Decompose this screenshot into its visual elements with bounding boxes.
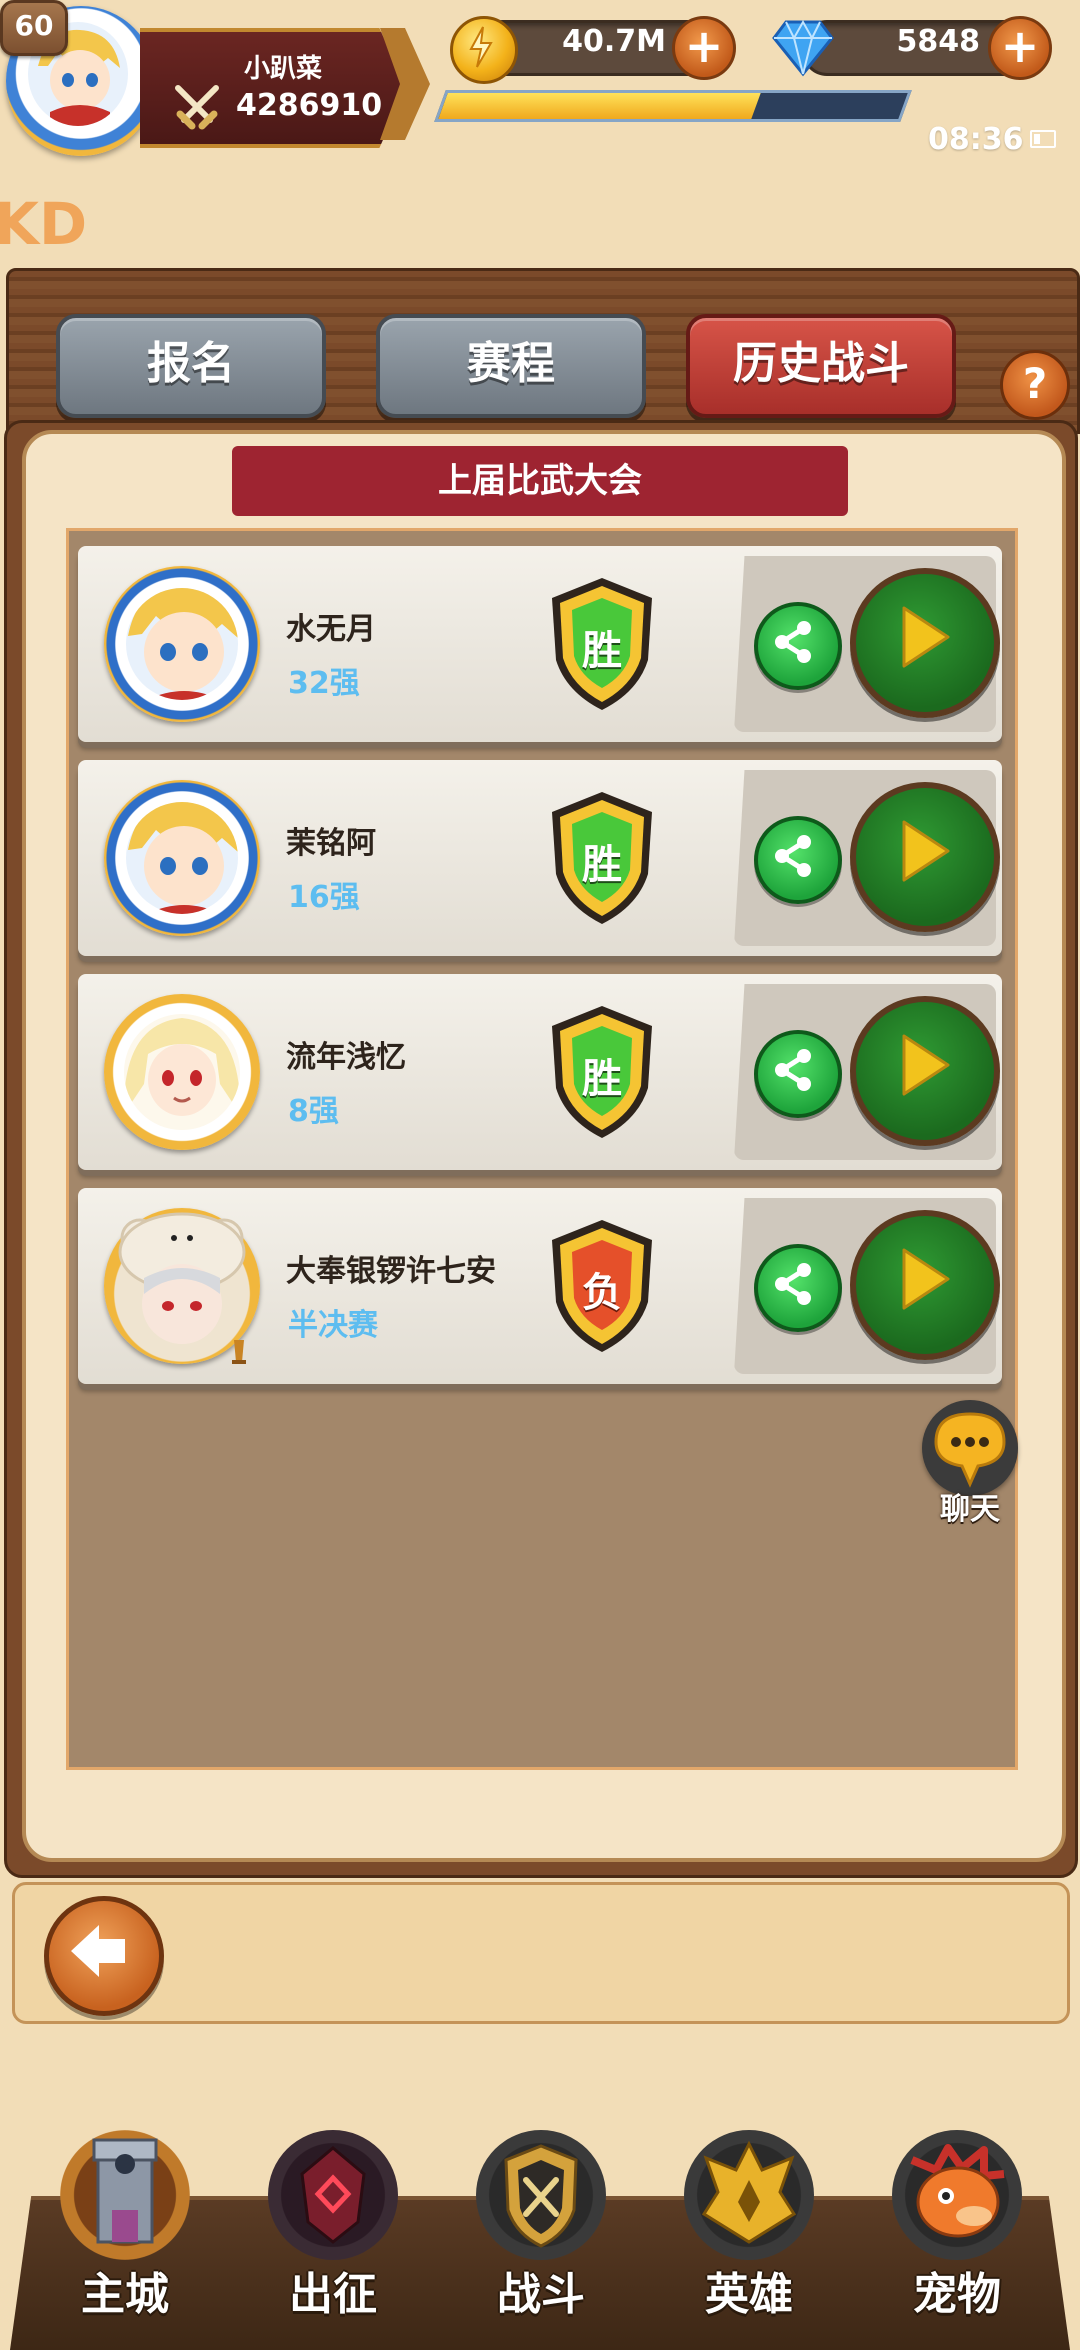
battle-row: 茉铭阿 16强 胜 xyxy=(78,760,1002,956)
round-label: 32强 xyxy=(288,666,360,701)
round-label: 16强 xyxy=(288,880,360,915)
chat-bubble-icon xyxy=(934,1412,1006,1488)
play-icon xyxy=(902,820,950,882)
share-icon xyxy=(775,621,811,663)
rank-medal-icon xyxy=(228,1338,250,1370)
tab-battle-history[interactable]: 历史战斗 xyxy=(686,314,956,418)
battle-row: 大奉银锣许七安 半决赛 负 xyxy=(78,1188,1002,1384)
opponent-avatar[interactable] xyxy=(104,994,260,1150)
share-button[interactable] xyxy=(754,602,842,690)
player-power: 4286910 xyxy=(236,88,383,123)
help-button[interactable]: ? xyxy=(1000,350,1070,420)
clock: 08:36 xyxy=(928,122,1024,157)
watermark-text: KD xyxy=(0,190,88,258)
share-button[interactable] xyxy=(754,1030,842,1118)
expedition-icon xyxy=(268,2130,398,2260)
chat-label: 聊天 xyxy=(940,1492,1000,1527)
nav-label: 宠物 xyxy=(913,2269,1001,2320)
win-shield-icon: 胜 xyxy=(548,1004,656,1140)
play-icon xyxy=(902,1248,950,1310)
hero-icon xyxy=(684,2130,814,2260)
castle-icon xyxy=(60,2130,190,2260)
nav-hero[interactable]: 英雄 xyxy=(674,2130,824,2330)
result-label: 胜 xyxy=(582,1056,622,1102)
battle-row: 流年浅忆 8强 胜 xyxy=(78,974,1002,1170)
nav-main-city[interactable]: 主城 xyxy=(50,2130,200,2330)
lose-shield-icon: 负 xyxy=(548,1218,656,1354)
nav-label: 主城 xyxy=(81,2269,169,2320)
share-icon xyxy=(775,1263,811,1305)
player-level-badge: 60 xyxy=(0,0,68,56)
round-label: 半决赛 xyxy=(288,1308,378,1343)
result-label: 胜 xyxy=(582,628,622,674)
opponent-name: 大奉银锣许七安 xyxy=(286,1254,496,1289)
opponent-name: 流年浅忆 xyxy=(286,1040,406,1075)
chat-button[interactable] xyxy=(922,1400,1018,1496)
result-label: 胜 xyxy=(582,842,622,888)
play-icon xyxy=(902,606,950,668)
play-icon xyxy=(902,1034,950,1096)
round-label: 8强 xyxy=(288,1094,339,1129)
share-button[interactable] xyxy=(754,1244,842,1332)
win-shield-icon: 胜 xyxy=(548,576,656,712)
add-gold-button[interactable]: + xyxy=(672,16,736,80)
opponent-avatar[interactable] xyxy=(104,780,260,936)
replay-button[interactable] xyxy=(850,1210,1000,1360)
panel-title: 上届比武大会 xyxy=(232,446,848,516)
back-button[interactable] xyxy=(44,1896,164,2016)
win-shield-icon: 胜 xyxy=(548,790,656,926)
share-icon xyxy=(775,835,811,877)
experience-fill xyxy=(438,93,761,119)
result-label: 负 xyxy=(582,1270,622,1316)
diamond-icon xyxy=(770,18,836,78)
nav-expedition[interactable]: 出征 xyxy=(258,2130,408,2330)
add-gems-button[interactable]: + xyxy=(988,16,1052,80)
nav-label: 战斗 xyxy=(497,2269,585,2320)
share-button[interactable] xyxy=(754,816,842,904)
nav-battle[interactable]: 战斗 xyxy=(466,2130,616,2330)
opponent-avatar[interactable] xyxy=(104,566,260,722)
bottom-toolbar xyxy=(12,1882,1070,2024)
gold-amount: 40.7M xyxy=(562,24,666,59)
replay-button[interactable] xyxy=(850,996,1000,1146)
player-name: 小趴菜 xyxy=(244,54,323,84)
nav-pet[interactable]: 宠物 xyxy=(882,2130,1032,2330)
experience-bar xyxy=(434,90,912,122)
gem-amount: 5848 xyxy=(896,24,981,59)
replay-button[interactable] xyxy=(850,782,1000,932)
opponent-name: 水无月 xyxy=(286,612,376,647)
back-arrow-icon xyxy=(71,1925,125,1977)
battery-icon xyxy=(1030,130,1056,148)
replay-button[interactable] xyxy=(850,568,1000,718)
gold-coin-icon xyxy=(450,16,518,84)
tab-signup[interactable]: 报名 xyxy=(56,314,326,418)
battle-icon xyxy=(476,2130,606,2260)
pet-dragon-icon xyxy=(892,2130,1022,2260)
nav-label: 英雄 xyxy=(705,2269,793,2320)
battle-row: 水无月 32强 胜 xyxy=(78,546,1002,742)
share-icon xyxy=(775,1049,811,1091)
nav-label: 出征 xyxy=(289,2269,377,2320)
crossed-swords-icon xyxy=(170,80,224,134)
tab-schedule[interactable]: 赛程 xyxy=(376,314,646,418)
opponent-name: 茉铭阿 xyxy=(286,826,376,861)
